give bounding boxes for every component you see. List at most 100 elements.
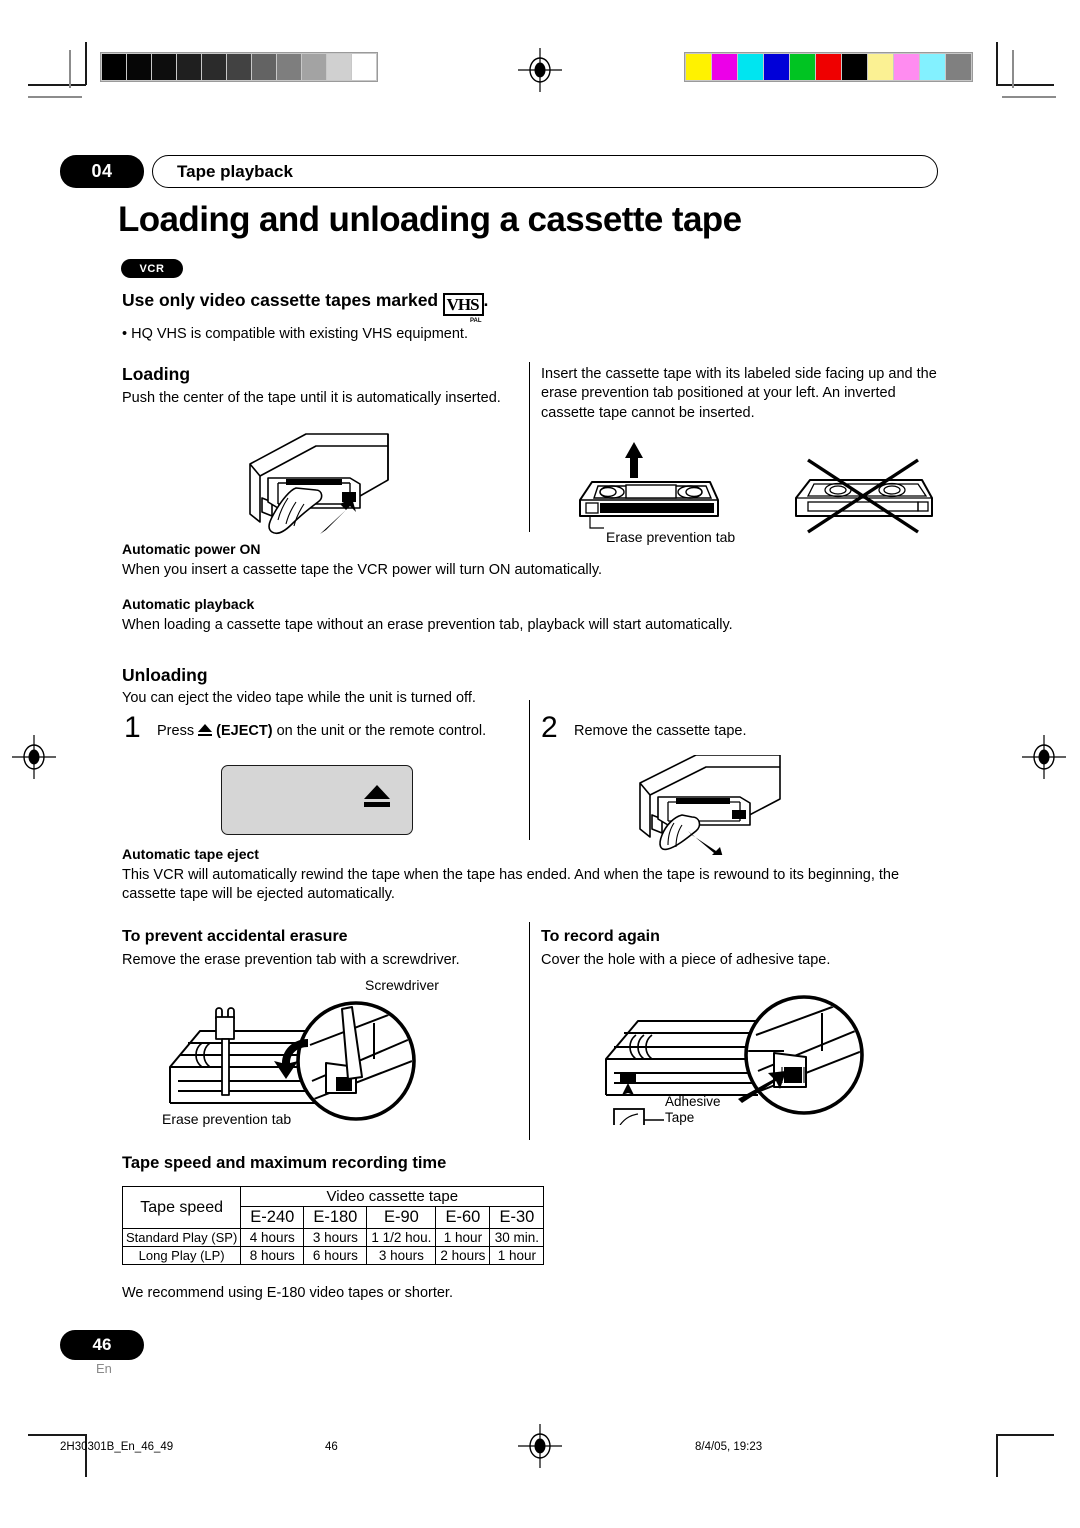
vhs-logo-icon: VHS PAL [442, 293, 484, 324]
table-cell-1-3: 2 hours [435, 1246, 491, 1265]
auto-eject-heading: Automatic tape eject [122, 846, 259, 862]
footer-timestamp: 8/4/05, 19:23 [695, 1441, 763, 1453]
step-1-text-after: on the unit or the remote control. [276, 723, 487, 739]
chapter-header: 04 Tape playback [60, 155, 938, 188]
gray-patch-3 [177, 54, 201, 80]
intro-heading-text: Use only video cassette tapes marked [122, 290, 439, 310]
erase-prevention-tab-label-2: Erase prevention tab [162, 1111, 292, 1127]
crop-mark-top-right-bleed [1012, 50, 1014, 88]
auto-playback-body: When loading a cassette tape without an … [122, 617, 733, 633]
auto-power-body: When you insert a cassette tape the VCR … [122, 562, 603, 578]
footer-folio: 46 [325, 1441, 338, 1453]
color-patch-4 [790, 54, 815, 80]
step-2-number: 2 [541, 711, 558, 744]
gray-patch-10 [352, 54, 376, 80]
crop-mark-top-right-bleed-h [1002, 96, 1056, 98]
registration-mark-right [1022, 735, 1066, 779]
crop-mark-top-left-v [85, 42, 87, 85]
prevent-erasure-heading: To prevent accidental erasure [122, 928, 348, 945]
illustration-remove-tab [160, 995, 440, 1130]
adhesive-tape-label-line1: Adhesive [665, 1094, 721, 1109]
screwdriver-label: Screwdriver [365, 977, 439, 993]
page-title: Loading and unloading a cassette tape [118, 200, 742, 239]
table-cell-1-4: 1 hour [489, 1246, 545, 1265]
color-patch-7 [868, 54, 893, 80]
color-patch-2 [738, 54, 763, 80]
registration-mark-top [518, 48, 562, 92]
loading-right-body: Insert the cassette tape with its labele… [541, 366, 937, 421]
color-patch-10 [946, 54, 971, 80]
step-1-number: 1 [124, 711, 141, 744]
gray-patch-9 [327, 54, 351, 80]
step-1-eject-label: (EJECT) [216, 723, 273, 739]
table-cell-1-1: 6 hours [303, 1246, 368, 1265]
gray-patch-2 [152, 54, 176, 80]
gray-patch-8 [302, 54, 326, 80]
intro-bullet: • HQ VHS is compatible with existing VHS… [122, 326, 468, 342]
chapter-title: Tape playback [152, 155, 938, 188]
tape-speed-table: Tape speed Video cassette tape E-240 E-180 E… [121, 1186, 545, 1265]
tape-recommendation: We recommend using E-180 video tapes or … [122, 1285, 453, 1301]
record-again-heading: To record again [541, 928, 660, 945]
crop-mark-bottom-right-h [996, 1434, 1054, 1436]
crop-mark-bottom-left-h [28, 1434, 86, 1436]
crop-mark-top-left-bleed-h [28, 96, 82, 98]
table-corner-label: Tape speed [121, 1186, 242, 1229]
table-cell-0-1: 3 hours [303, 1228, 368, 1247]
grayscale-calibration-strip [100, 52, 378, 82]
column-divider-unloading [529, 700, 531, 840]
color-patch-9 [920, 54, 945, 80]
illustration-cassette-correct [570, 440, 730, 540]
loading-heading: Loading [122, 364, 191, 384]
tape-table-heading: Tape speed and maximum recording time [122, 1154, 447, 1172]
page-language: En [96, 1361, 112, 1376]
crop-mark-top-left-h [28, 84, 86, 86]
illustration-cassette-inverted [790, 440, 940, 540]
adhesive-tape-label: Adhesive Tape [665, 1094, 721, 1125]
unloading-body: You can eject the video tape while the u… [122, 690, 476, 706]
gray-patch-0 [102, 54, 126, 80]
intro-heading: Use only video cassette tapes marked VHS… [122, 290, 489, 324]
illustration-remove-cassette [630, 754, 800, 861]
table-cell-0-4: 30 min. [489, 1228, 545, 1247]
table-col-header-1: E-180 [303, 1206, 368, 1229]
crop-mark-top-left-bleed [69, 50, 71, 88]
table-col-header-2: E-90 [366, 1206, 437, 1229]
table-row: Standard Play (SP) 4 hours 3 hours 1 1/2 ho… [121, 1228, 545, 1247]
record-again-body: Cover the hole with a piece of adhesive … [541, 952, 831, 968]
table-row: Long Play (LP) 8 hours 6 hours 3 hours 2 hou… [121, 1246, 545, 1265]
gray-patch-6 [252, 54, 276, 80]
adhesive-tape-label-line2: Tape [665, 1109, 695, 1125]
prevent-erasure-body: Remove the erase prevention tab with a s… [122, 952, 460, 968]
vhs-logo-pal: PAL [468, 318, 483, 324]
auto-power-heading: Automatic power ON [122, 541, 261, 557]
step-1-text: Press (EJECT) on the unit or the remote … [157, 722, 497, 741]
table-cell-1-2: 3 hours [366, 1246, 437, 1265]
panel-eject-icon [364, 785, 390, 807]
color-patch-6 [842, 54, 867, 80]
loading-body: Push the center of the tape until it is … [122, 390, 501, 406]
color-patch-3 [764, 54, 789, 80]
step-1-text-before: Press [157, 723, 195, 739]
crop-mark-top-right-h [996, 84, 1054, 86]
erase-prevention-tab-caption: Erase prevention tab [606, 529, 736, 545]
table-col-header-4: E-30 [489, 1206, 545, 1229]
intro-heading-period: . [483, 290, 489, 310]
eject-icon [198, 724, 213, 736]
unloading-heading: Unloading [122, 665, 208, 685]
chapter-number: 04 [60, 155, 144, 188]
color-patch-1 [712, 54, 737, 80]
crop-mark-bottom-right-v [996, 1434, 998, 1477]
step-2-text: Remove the cassette tape. [574, 723, 747, 739]
device-badge-vcr: VCR [121, 259, 183, 278]
table-cell-0-2: 1 1/2 hou. [366, 1228, 437, 1247]
table-cell-0-3: 1 hour [435, 1228, 491, 1247]
column-divider-erasure [529, 922, 531, 1140]
gray-patch-1 [127, 54, 151, 80]
auto-playback-heading: Automatic playback [122, 596, 255, 612]
gray-patch-5 [227, 54, 251, 80]
gray-patch-7 [277, 54, 301, 80]
color-patch-0 [686, 54, 711, 80]
column-divider-loading [529, 362, 531, 532]
table-group-header: Video cassette tape [240, 1186, 545, 1207]
